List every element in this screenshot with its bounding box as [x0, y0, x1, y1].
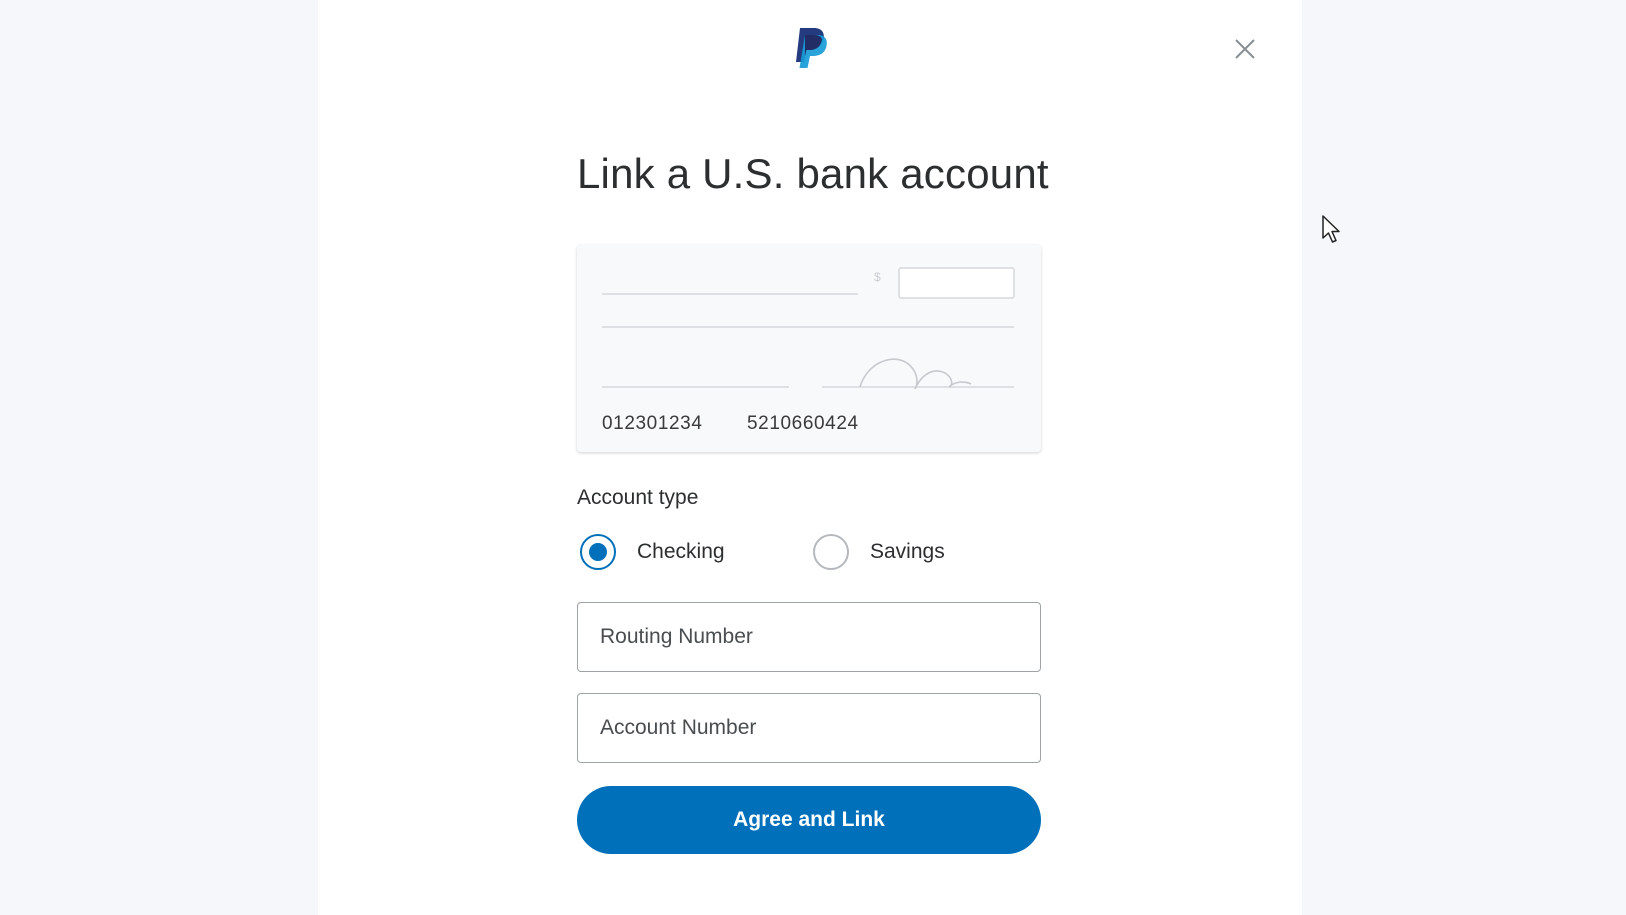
svg-text:$: $ — [874, 270, 881, 284]
radio-savings[interactable]: Savings — [813, 532, 945, 572]
close-icon[interactable] — [1232, 36, 1258, 62]
page-title: Link a U.S. bank account — [577, 150, 1049, 197]
account-number-field[interactable] — [577, 693, 1041, 763]
account-type-label: Account type — [577, 486, 699, 509]
mouse-cursor-icon — [1322, 215, 1340, 243]
radio-checking-label: Checking — [637, 540, 725, 563]
bank-cheque-illustration: $ 012301234 5210660424 — [577, 245, 1041, 452]
link-bank-dialog: Link a U.S. bank account $ 012301234 521… — [318, 0, 1340, 915]
routing-number-input[interactable] — [578, 603, 1040, 671]
paypal-logo-icon — [796, 28, 827, 68]
radio-checking[interactable]: Checking — [580, 532, 725, 572]
cheque-routing-number: 012301234 — [602, 413, 703, 434]
agree-and-link-button[interactable]: Agree and Link — [577, 786, 1041, 854]
radio-checking-indicator[interactable] — [580, 534, 616, 570]
radio-savings-indicator[interactable] — [813, 534, 849, 570]
account-number-input[interactable] — [578, 694, 1040, 762]
cheque-account-number: 5210660424 — [747, 413, 859, 434]
routing-number-field[interactable] — [577, 602, 1041, 672]
radio-savings-label: Savings — [870, 540, 945, 563]
